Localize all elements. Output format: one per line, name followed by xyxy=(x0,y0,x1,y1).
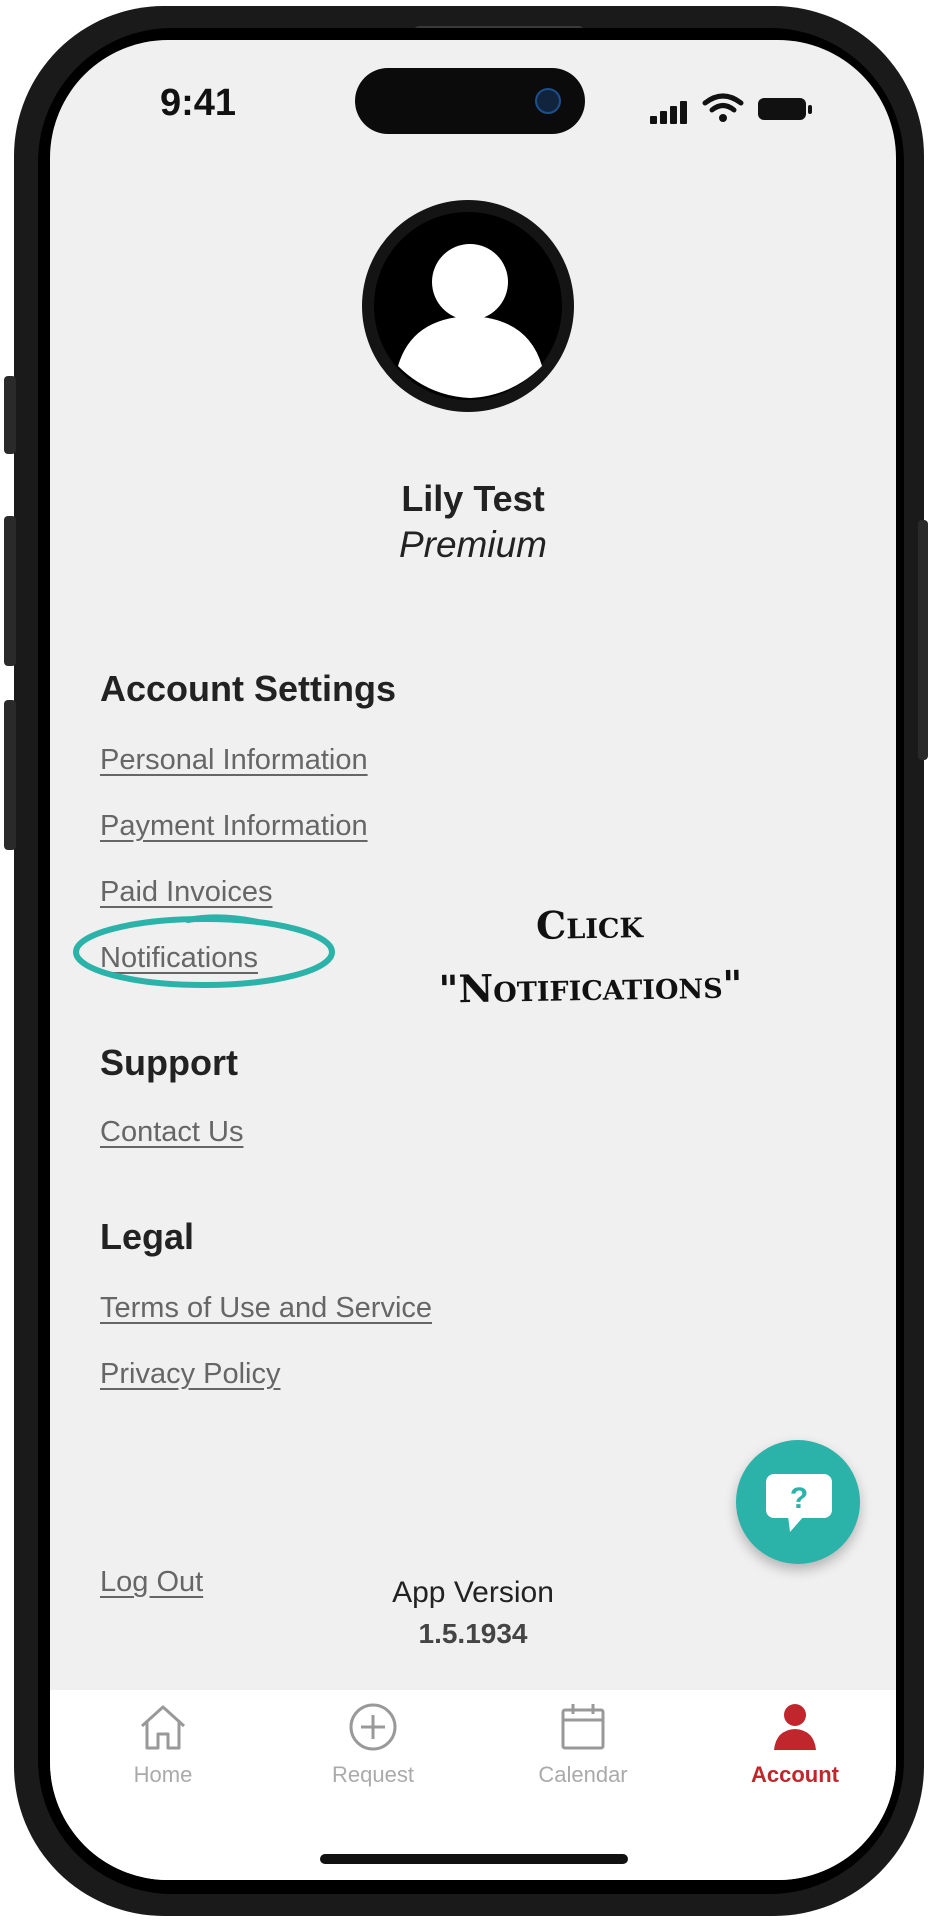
tab-account-label: Account xyxy=(751,1762,839,1787)
legal-heading: Legal xyxy=(100,1216,195,1257)
tab-request-label: Request xyxy=(332,1762,414,1787)
home-indicator xyxy=(320,1854,628,1864)
annotation-line-2: "Notifications" xyxy=(438,961,743,1012)
support-heading: Support xyxy=(100,1042,238,1083)
dynamic-island xyxy=(355,68,585,134)
tab-calendar[interactable]: Calendar xyxy=(498,1700,668,1810)
contact-us-link[interactable]: Contact Us xyxy=(100,1116,243,1149)
wifi-icon xyxy=(702,93,744,122)
account-settings-heading: Account Settings xyxy=(100,668,397,709)
volume-up-button xyxy=(4,516,16,666)
signal-icon xyxy=(660,111,667,124)
volume-down-button xyxy=(4,700,16,850)
tab-home-label: Home xyxy=(133,1762,193,1787)
tab-home[interactable]: Home xyxy=(78,1700,248,1810)
signal-icon xyxy=(670,106,677,124)
home-icon xyxy=(140,1705,186,1750)
app-screen: 9:41 Lily Test Premium Account Settings … xyxy=(50,40,896,1880)
bottom-tab-bar: Home Request Calendar Account xyxy=(50,1690,896,1880)
avatar xyxy=(362,200,574,412)
mute-switch xyxy=(4,376,16,454)
status-icons xyxy=(650,90,820,130)
plus-circle-icon xyxy=(349,1703,397,1751)
annotation-highlight-ellipse xyxy=(73,914,335,988)
tab-request[interactable]: Request xyxy=(288,1700,458,1810)
profile-name: Lily Test xyxy=(401,478,545,519)
chat-question-icon: ? xyxy=(766,1474,832,1532)
battery-tip xyxy=(808,105,812,114)
tab-account[interactable]: Account xyxy=(710,1700,880,1810)
status-time: 9:41 xyxy=(160,82,237,124)
calendar-icon xyxy=(561,1704,605,1750)
annotation-text: Click "Notifications" xyxy=(379,890,801,1021)
annotation-line-1: Click xyxy=(535,901,644,948)
personal-information-link[interactable]: Personal Information xyxy=(100,744,368,777)
help-chat-button[interactable]: ? xyxy=(736,1440,860,1564)
app-version-label: App Version xyxy=(392,1576,554,1609)
help-question-mark: ? xyxy=(790,1482,808,1515)
app-version-number: 1.5.1934 xyxy=(418,1618,528,1649)
person-icon xyxy=(774,1704,816,1750)
payment-information-link[interactable]: Payment Information xyxy=(100,810,368,843)
tab-calendar-label: Calendar xyxy=(538,1762,628,1787)
signal-icon xyxy=(650,116,657,124)
signal-icon xyxy=(680,101,687,124)
power-button xyxy=(918,520,928,760)
paid-invoices-link[interactable]: Paid Invoices xyxy=(100,876,273,909)
profile-tier: Premium xyxy=(398,524,548,565)
terms-of-use-link[interactable]: Terms of Use and Service xyxy=(100,1292,432,1325)
camera-icon xyxy=(535,88,561,114)
privacy-policy-link[interactable]: Privacy Policy xyxy=(100,1358,281,1391)
battery-icon xyxy=(758,98,806,120)
